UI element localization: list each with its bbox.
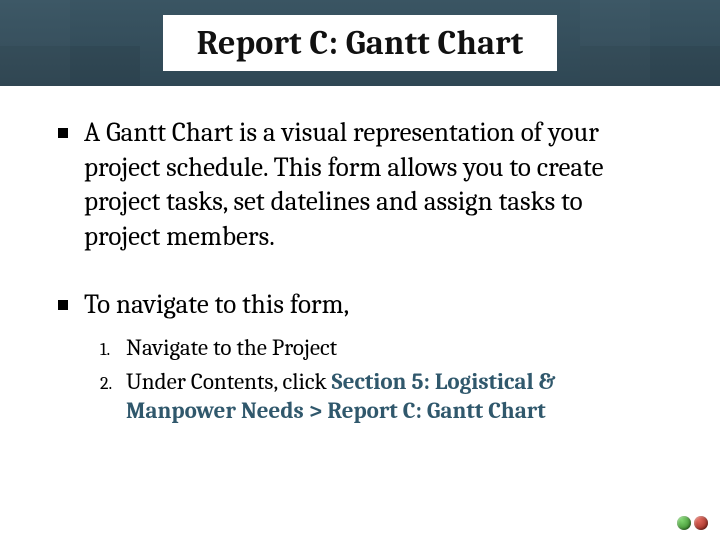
bullet-item: A Gantt Chart is a visual representation…: [58, 116, 662, 254]
list-text: Under Contents, click Section 5: Logisti…: [126, 367, 662, 426]
list-item: 2. Under Contents, click Section 5: Logi…: [100, 367, 662, 426]
slide-header: Report C: Gantt Chart: [0, 0, 720, 86]
list-number: 2.: [100, 370, 126, 397]
list-item: 1. Navigate to the Project: [100, 333, 662, 363]
square-bullet-icon: [58, 300, 68, 310]
bullet-item: To navigate to this form,: [58, 288, 662, 323]
slide-content: A Gantt Chart is a visual representation…: [0, 86, 720, 426]
bullet-text: A Gantt Chart is a visual representation…: [84, 116, 662, 254]
slide-title: Report C: Gantt Chart: [163, 15, 558, 71]
list-number: 1.: [100, 336, 126, 363]
next-slide-button[interactable]: [694, 516, 708, 530]
numbered-list: 1. Navigate to the Project 2. Under Cont…: [100, 333, 662, 426]
list-text: Navigate to the Project: [126, 333, 337, 362]
bullet-text: To navigate to this form,: [84, 288, 349, 323]
list-text-prefix: Under Contents, click: [126, 368, 332, 395]
slide-nav: [677, 516, 708, 530]
square-bullet-icon: [58, 128, 68, 138]
prev-slide-button[interactable]: [677, 516, 691, 530]
